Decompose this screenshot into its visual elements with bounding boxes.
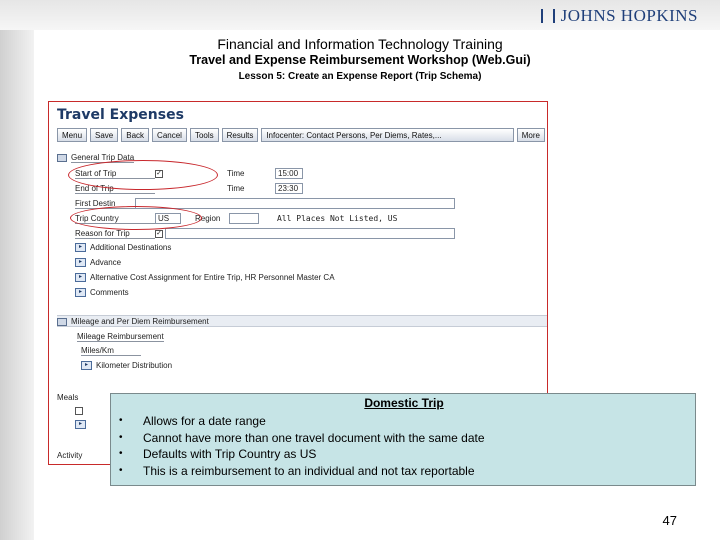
callout-bullet: • This is a reimbursement to an individua… <box>119 463 475 478</box>
logo-text: JOHNS HOPKINS <box>560 6 698 25</box>
mileage-section-label: Mileage and Per Diem Reimbursement <box>71 317 209 326</box>
activity-label: Activity <box>57 451 83 460</box>
slide-title: Financial and Information Technology Tra… <box>217 36 503 52</box>
infocenter-button[interactable]: Infocenter: Contact Persons, Per Diems, … <box>261 128 514 142</box>
reason-label: Reason for Trip <box>75 229 155 239</box>
expand-icon: ▸ <box>75 420 86 429</box>
highlight-oval-start <box>68 160 218 190</box>
meals-check-row[interactable] <box>75 407 83 415</box>
more-button[interactable]: More <box>516 128 545 142</box>
expand-icon: ▸ <box>81 361 92 370</box>
callout-bullet: • Cannot have more than one travel docume… <box>119 430 485 445</box>
time-label-1: Time <box>227 169 245 178</box>
callout-list: • Allows for a date range • Cannot have mo… <box>119 413 485 479</box>
item-label: Additional Destinations <box>90 243 172 252</box>
slide-subtitle: Travel and Expense Reimbursement Worksho… <box>189 53 531 67</box>
miles-row: Miles/Km <box>81 346 141 356</box>
sap-toolbar: Menu Save Back Cancel Tools Results Info… <box>57 128 545 143</box>
mileage-subsection: Mileage Reimbursement <box>77 331 164 342</box>
first-destination-field[interactable] <box>135 198 455 209</box>
results-button[interactable]: Results <box>221 128 259 142</box>
list-item[interactable]: ▸ Kilometer Distribution <box>81 361 172 370</box>
meals-section: Meals <box>57 392 78 403</box>
end-time-field[interactable]: 23:30 <box>275 183 303 194</box>
time-label-2: Time <box>227 184 245 193</box>
bullet-icon: • <box>119 464 123 476</box>
save-button[interactable]: Save <box>90 128 119 142</box>
meals-label: Meals <box>57 393 79 402</box>
bullet-icon: • <box>119 431 123 443</box>
start-time-field[interactable]: 15:00 <box>275 168 303 179</box>
jhu-logo: JOHNS HOPKINS <box>540 6 698 26</box>
item-label: Comments <box>90 288 129 297</box>
list-item[interactable]: ▸ Advance <box>75 258 121 267</box>
expand-icon: ▸ <box>75 273 86 282</box>
callout-title: Domestic Trip <box>364 396 444 410</box>
tools-button[interactable]: Tools <box>189 128 219 142</box>
expand-icon: ▸ <box>75 258 86 267</box>
slide-lesson: Lesson 5: Create an Expense Report (Trip… <box>238 71 482 82</box>
sap-page-title: Travel Expenses <box>57 107 184 123</box>
item-label: Advance <box>90 258 122 267</box>
item-label: Kilometer Distribution <box>96 361 173 370</box>
menu-button[interactable]: Menu <box>57 128 88 142</box>
collapse-icon <box>57 317 67 326</box>
reason-field[interactable] <box>165 228 455 239</box>
expand-icon: ▸ <box>75 288 86 297</box>
collapse-icon <box>57 153 67 162</box>
highlight-oval-country <box>70 206 202 230</box>
meals-check[interactable] <box>75 407 83 415</box>
item-label: Alternative Cost Assignment for Entire T… <box>90 273 335 282</box>
list-item[interactable]: ▸ Additional Destinations <box>75 243 171 252</box>
list-item[interactable]: ▸ Comments <box>75 288 129 297</box>
slide: JOHNS HOPKINS Financial and Information … <box>0 0 720 540</box>
mileage-section[interactable]: Mileage and Per Diem Reimbursement <box>57 316 209 327</box>
callout-bullet: • Allows for a date range <box>119 414 266 428</box>
cancel-button[interactable]: Cancel <box>152 128 187 142</box>
expand-icon: ▸ <box>75 243 86 252</box>
list-item[interactable]: ▸ Alternative Cost Assignment for Entire… <box>75 273 335 282</box>
page-number: 47 <box>662 513 677 528</box>
region-field[interactable] <box>229 213 259 224</box>
bullet-icon: • <box>119 448 123 459</box>
mileage-sub-label: Mileage Reimbursement <box>77 331 164 342</box>
domestic-trip-callout: Domestic Trip • Allows for a date range •… <box>110 393 696 486</box>
meals-item-row[interactable]: ▸ <box>75 420 86 429</box>
bullet-icon: • <box>119 415 123 426</box>
callout-bullet: • Defaults with Trip Country as US <box>119 447 317 461</box>
miles-label: Miles/Km <box>81 346 141 356</box>
logo-mark-icon <box>540 9 555 23</box>
left-bar <box>0 30 34 540</box>
region-text: All Places Not Listed, US <box>277 214 398 223</box>
activity-row: Activity <box>57 450 82 461</box>
reason-check[interactable]: ✓ <box>155 229 163 238</box>
back-button[interactable]: Back <box>121 128 150 142</box>
